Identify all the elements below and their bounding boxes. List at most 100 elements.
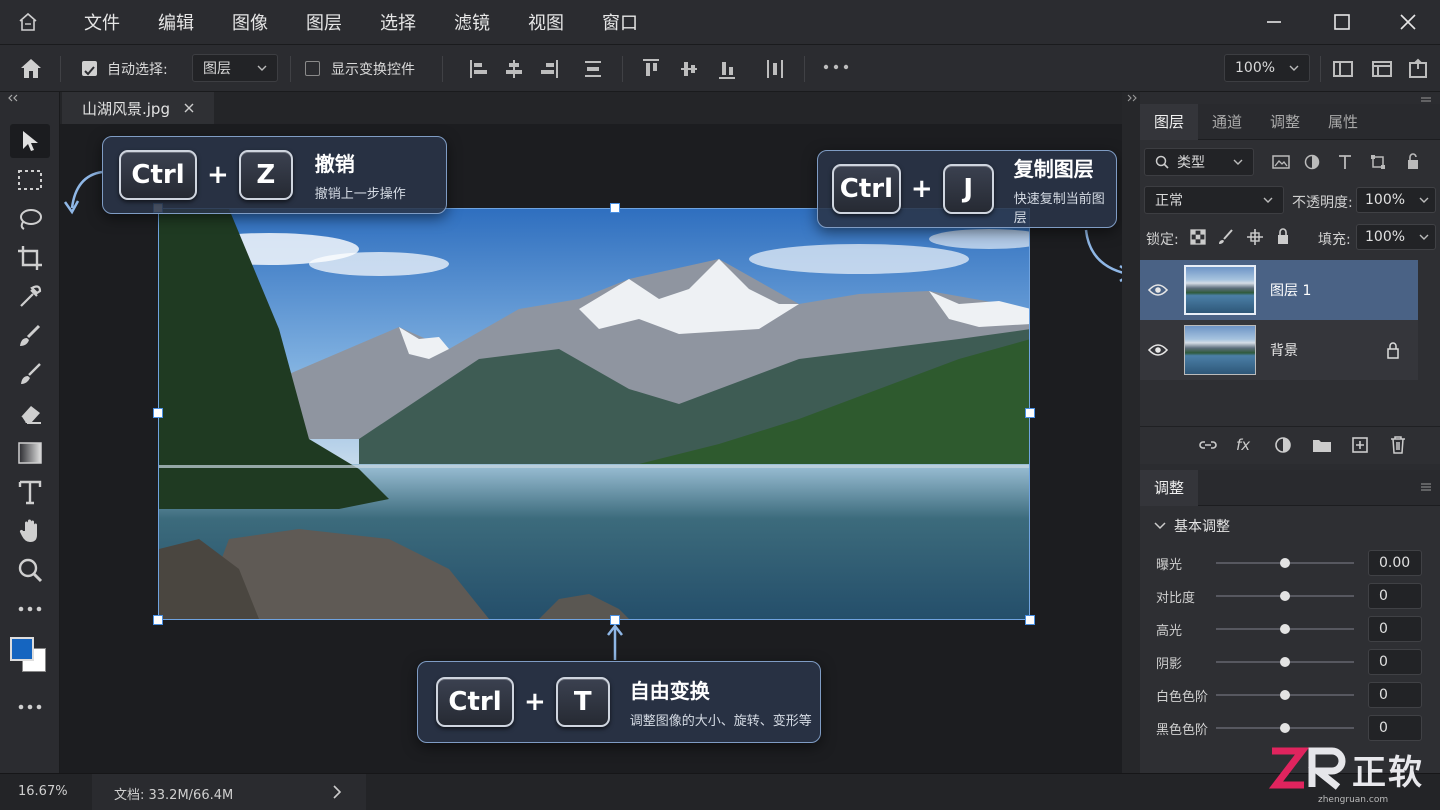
adjust-slider[interactable] <box>1216 657 1354 667</box>
menu-window[interactable]: 窗口 <box>602 9 638 35</box>
adjust-slider[interactable] <box>1216 591 1354 601</box>
auto-select-dropdown[interactable]: 图层 <box>192 54 278 82</box>
panel-collapse-strip[interactable] <box>1122 92 1140 773</box>
align-bottom-icon[interactable] <box>716 57 738 81</box>
tab-adjust[interactable]: 调整 <box>1140 469 1199 506</box>
filter-pixel-icon[interactable] <box>1272 154 1290 170</box>
adjustment-layer-icon[interactable] <box>1274 436 1292 454</box>
type-tool-icon[interactable] <box>10 475 50 509</box>
menu-image[interactable]: 图像 <box>232 9 268 35</box>
panel-layout-icon[interactable] <box>1332 58 1354 80</box>
slider-knob[interactable] <box>1280 591 1290 601</box>
share-icon[interactable] <box>1407 58 1429 80</box>
adjust-slider[interactable] <box>1216 690 1354 700</box>
align-middle-v-icon[interactable] <box>678 57 700 81</box>
layer-row-layer1[interactable]: 图层 1 <box>1140 260 1418 320</box>
delete-icon[interactable] <box>1390 435 1406 454</box>
lasso-tool-icon[interactable] <box>10 202 50 236</box>
slider-knob[interactable] <box>1280 558 1290 568</box>
show-transform-checkbox[interactable] <box>305 61 320 76</box>
panel-menu-icon[interactable] <box>1420 96 1432 104</box>
adjust-value-input[interactable]: 0 <box>1368 616 1422 642</box>
workspace-icon[interactable] <box>1371 58 1393 80</box>
tab-properties[interactable]: 属性 <box>1314 104 1372 140</box>
adjust-value-input[interactable]: 0.00 <box>1368 550 1422 576</box>
zoom-level[interactable]: 16.67% <box>18 784 68 799</box>
marquee-tool-icon[interactable] <box>10 163 50 197</box>
layer-filter-dropdown[interactable]: 类型 <box>1144 148 1254 176</box>
new-layer-icon[interactable] <box>1351 436 1369 454</box>
eraser-tool-icon[interactable] <box>10 397 50 431</box>
hand-tool-icon[interactable] <box>10 514 50 548</box>
basic-adjust-section[interactable]: 基本调整 <box>1154 516 1230 536</box>
collapse-icon[interactable] <box>6 94 22 102</box>
distribute-v-icon[interactable] <box>764 57 786 81</box>
adjust-slider[interactable] <box>1216 624 1354 634</box>
slider-knob[interactable] <box>1280 657 1290 667</box>
adjust-slider[interactable] <box>1216 723 1354 733</box>
zoom-tool-icon[interactable] <box>10 553 50 587</box>
filter-type-icon[interactable] <box>1337 154 1353 170</box>
folder-icon[interactable] <box>1312 437 1332 453</box>
transform-handle[interactable] <box>1025 408 1035 418</box>
align-left-icon[interactable] <box>468 57 490 81</box>
tab-layers[interactable]: 图层 <box>1140 103 1199 140</box>
menu-filter[interactable]: 滤镜 <box>454 9 490 35</box>
filter-smart-object-icon[interactable] <box>1406 153 1420 170</box>
align-top-icon[interactable] <box>640 57 662 81</box>
auto-select-checkbox[interactable] <box>82 61 97 76</box>
crop-tool-icon[interactable] <box>10 241 50 275</box>
lock-transparency-icon[interactable] <box>1190 229 1206 245</box>
transform-handle[interactable] <box>153 408 163 418</box>
healing-brush-icon[interactable] <box>10 319 50 353</box>
move-tool-icon[interactable] <box>10 124 50 158</box>
transform-handle[interactable] <box>153 615 163 625</box>
edit-toolbar-icon[interactable] <box>10 690 50 724</box>
adjust-value-input[interactable]: 0 <box>1368 682 1422 708</box>
zoom-dropdown[interactable]: 100% <box>1224 54 1310 82</box>
opacity-input[interactable]: 100% <box>1356 187 1436 213</box>
lock-pixels-icon[interactable] <box>1218 229 1234 245</box>
chevron-right-icon[interactable] <box>332 785 342 799</box>
close-window-button[interactable] <box>1374 0 1440 44</box>
more-icon[interactable] <box>822 63 850 71</box>
distribute-icon[interactable] <box>582 57 604 81</box>
adjust-value-input[interactable]: 0 <box>1368 583 1422 609</box>
home-icon[interactable] <box>18 56 44 84</box>
tab-channels[interactable]: 通道 <box>1198 104 1256 140</box>
filter-adjustment-icon[interactable] <box>1304 154 1320 170</box>
tab-adjustments[interactable]: 调整 <box>1256 104 1314 140</box>
menu-layer[interactable]: 图层 <box>306 9 342 35</box>
eyedropper-tool-icon[interactable] <box>10 280 50 314</box>
foreground-color-swatch[interactable] <box>10 637 34 661</box>
align-right-icon[interactable] <box>538 57 560 81</box>
maximize-button[interactable] <box>1308 0 1376 44</box>
menu-view[interactable]: 视图 <box>528 9 564 35</box>
visibility-eye-icon[interactable] <box>1148 343 1168 357</box>
menu-edit[interactable]: 编辑 <box>158 9 194 35</box>
fill-input[interactable]: 100% <box>1356 224 1436 250</box>
brush-tool-icon[interactable] <box>10 358 50 392</box>
filter-shape-icon[interactable] <box>1370 154 1386 170</box>
slider-knob[interactable] <box>1280 723 1290 733</box>
landscape-image[interactable] <box>158 208 1030 620</box>
gradient-tool-icon[interactable] <box>10 436 50 470</box>
doc-info-field[interactable]: 文档: 33.2M/66.4M <box>92 774 366 810</box>
adjust-value-input[interactable]: 0 <box>1368 715 1422 741</box>
slider-knob[interactable] <box>1280 624 1290 634</box>
layer-row-background[interactable]: 背景 <box>1140 320 1418 380</box>
minimize-button[interactable] <box>1240 0 1308 44</box>
lock-all-icon[interactable] <box>1276 228 1290 245</box>
lock-position-icon[interactable] <box>1246 228 1264 246</box>
transform-handle[interactable] <box>610 203 620 213</box>
link-layers-icon[interactable] <box>1198 437 1218 453</box>
home-icon[interactable] <box>0 0 56 44</box>
expand-icon[interactable] <box>1125 94 1137 102</box>
blend-mode-dropdown[interactable]: 正常 <box>1144 186 1284 214</box>
fx-icon[interactable]: fx <box>1236 436 1250 454</box>
adjust-value-input[interactable]: 0 <box>1368 649 1422 675</box>
close-tab-icon[interactable] <box>184 103 194 113</box>
panel-menu-icon[interactable] <box>1420 482 1432 492</box>
more-tools-icon[interactable] <box>10 592 50 626</box>
document-tab[interactable]: 山湖风景.jpg <box>62 92 214 124</box>
